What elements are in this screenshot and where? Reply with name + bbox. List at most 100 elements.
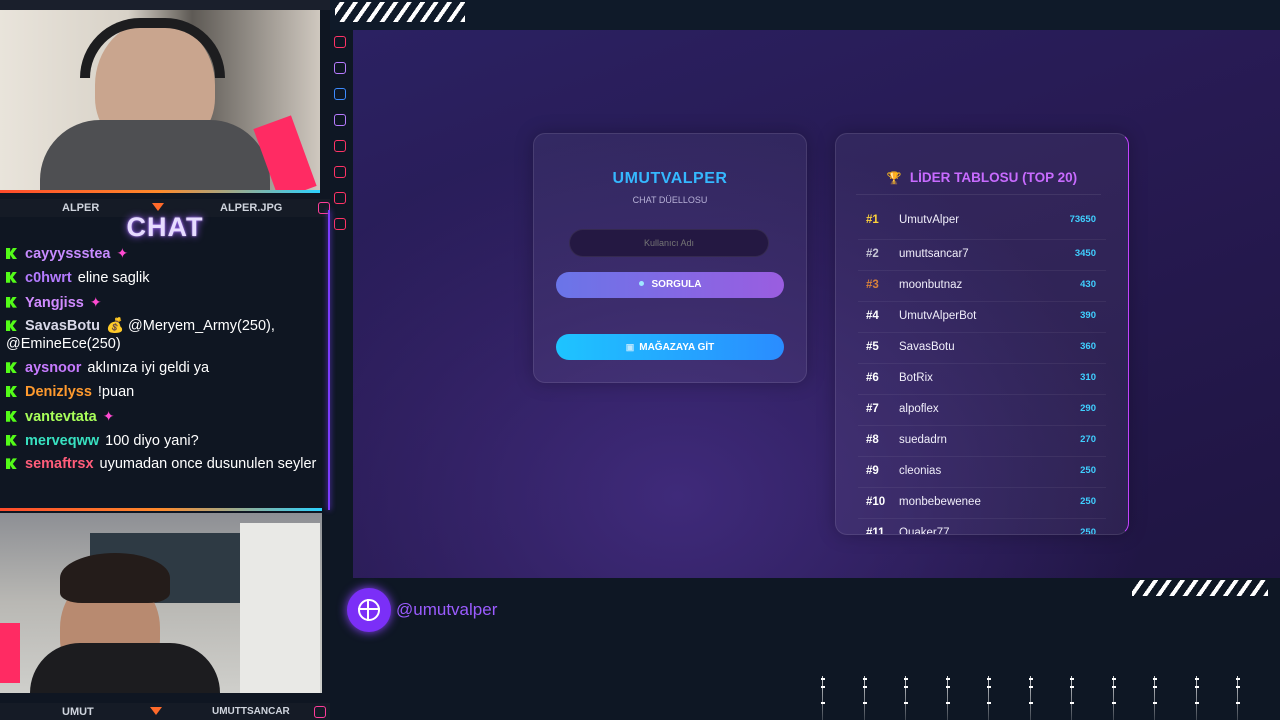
chat-username[interactable]: c0hwrt (25, 270, 72, 286)
leaderboard-points: 390 (1080, 310, 1096, 321)
leaderboard-name: suedadrn (899, 434, 947, 446)
leaderboard-points: 290 (1080, 403, 1096, 414)
instagram-icon (314, 706, 326, 718)
leaderboard-name: monbebewenee (899, 496, 981, 508)
leaderboard-name: SavasBotu (899, 341, 955, 353)
cam-divider-line-bottom (0, 508, 322, 511)
kick-icon (6, 248, 17, 259)
leaderboard-row: #6 BotRix 310 (858, 364, 1106, 395)
tick-mark (862, 676, 867, 720)
leaderboard-name: UmutvAlperBot (899, 310, 977, 322)
query-button[interactable]: SORGULA (556, 272, 784, 298)
leaderboard-rank: #9 (866, 465, 879, 477)
chat-username[interactable]: merveqww (25, 433, 99, 449)
emote-icon: ✦ (116, 245, 129, 261)
duel-subtitle: CHAT DÜELLOSU (632, 195, 708, 205)
leaderboard-name: alpoflex (899, 403, 939, 415)
social-icons-column (332, 36, 348, 246)
kick-icon (6, 271, 17, 283)
chat-message: semaftrsx uyumadan once dusunulen seyler (6, 455, 324, 473)
kick-icon (6, 320, 17, 332)
globe-icon (347, 588, 391, 632)
webcam-person-shirt-2 (30, 643, 220, 693)
kick-icon (6, 410, 17, 422)
leaderboard-points: 270 (1080, 434, 1096, 445)
leaderboard-name: cleonias (899, 465, 942, 477)
leaderboard-name: umuttsancar7 (899, 248, 969, 260)
leaderboard-title: 🏆 LİDER TABLOSU (TOP 20) (836, 170, 1128, 185)
headphones (80, 18, 225, 78)
leaderboard-row: #5 SavasBotu 360 (858, 333, 1106, 364)
chat-messages: cayyyssstea ✦ c0hwrt eline saglik Yangjiss ✦ S… (6, 244, 324, 479)
kick-icon (6, 458, 17, 470)
leaderboard-row: #9 cleonias 250 (858, 457, 1106, 488)
social-icon (334, 218, 346, 230)
store-button[interactable]: ▣ MAĞAZAYA GİT (556, 334, 784, 360)
chat-message: SavasBotu 💰 @Meryem_Army(250), @EmineEce(… (6, 317, 324, 353)
stripes-decoration-bottom (1132, 580, 1268, 596)
leaderboard-rank: #11 (866, 527, 885, 535)
tick-mark (1111, 676, 1116, 720)
emote-icon: ✦ (102, 407, 115, 424)
cam-label-right-bottom: UMUTTSANCAR (212, 706, 290, 717)
chat-text: aklınıza iyi geldi ya (87, 360, 210, 377)
chat-message: Denizlyss !puan (6, 383, 324, 401)
emote-icon: ✦ (89, 293, 102, 310)
purple-border-line (328, 210, 330, 510)
chat-username[interactable]: semaftrsx (25, 456, 94, 472)
kick-icon (6, 296, 17, 308)
tick-mark (821, 676, 825, 720)
chat-username[interactable]: cayyyssstea (25, 246, 110, 262)
youtube-icon (334, 36, 346, 48)
username-input[interactable] (569, 229, 769, 257)
kick-icon (6, 434, 17, 446)
caret-down-icon (150, 707, 162, 715)
chat-message: c0hwrt eline saglik (6, 269, 324, 287)
tick-mark (987, 676, 991, 720)
channel-handle: @umutvalper (396, 600, 498, 619)
tick-mark (1153, 676, 1157, 720)
leaderboard-points: 360 (1080, 341, 1096, 352)
leaderboard-rank: #2 (866, 248, 879, 260)
chat-message: merveqww 100 diyo yani? (6, 432, 324, 450)
kick-icon (6, 362, 17, 374)
chat-username[interactable]: aysnoor (25, 360, 81, 376)
chat-duel-panel: UMUTVALPER CHAT DÜELLOSU SORGULA ▣ MAĞAZA… (533, 133, 807, 383)
query-button-label: SORGULA (651, 279, 702, 290)
leaderboard-rank: #8 (866, 434, 879, 446)
leaderboard-row: #4 UmutvAlperBot 390 (858, 302, 1106, 333)
chat-username[interactable]: Yangjiss (25, 295, 84, 311)
tick-decoration (820, 676, 1240, 720)
tick-mark (1194, 676, 1199, 720)
leaderboard-rank: #1 (866, 214, 879, 226)
chat-username[interactable]: SavasBotu (25, 318, 100, 334)
cam-label-left-bottom: UMUT (62, 706, 94, 718)
leaderboard-row: #11 Quaker77 250 (858, 519, 1106, 535)
leaderboard-rank: #7 (866, 403, 879, 415)
leaderboard-row: #8 suedadrn 270 (858, 426, 1106, 457)
stripes-decoration (335, 2, 465, 22)
tick-mark (1070, 676, 1074, 720)
duel-title: UMUTVALPER (612, 170, 728, 187)
leaderboard-panel: 🏆 LİDER TABLOSU (TOP 20) #1 UmutvAlper 7365… (835, 133, 1129, 535)
caret-down-icon (152, 203, 164, 211)
social-icon (334, 166, 346, 178)
chat-text: 100 diyo yani? (105, 432, 199, 449)
chat-title: CHAT (126, 212, 204, 242)
webcam-bottom (0, 513, 322, 693)
discord-icon (334, 114, 346, 126)
dot-icon (638, 281, 644, 286)
chat-username[interactable]: Denizlyss (25, 384, 92, 400)
leaderboard-points: 430 (1080, 279, 1096, 290)
leaderboard-title-text: LİDER TABLOSU (TOP 20) (909, 170, 1078, 185)
leaderboard-points: 250 (1080, 527, 1096, 535)
leaderboard-row: #1 UmutvAlper 73650 (858, 207, 1106, 240)
leaderboard-name: moonbutnaz (899, 279, 963, 291)
tick-mark (904, 676, 908, 720)
webcam-top (0, 10, 320, 190)
chat-message: vantevtata ✦ (6, 407, 324, 426)
leaderboard-points: 3450 (1074, 248, 1096, 259)
top-left-strip (0, 0, 330, 10)
chat-username[interactable]: vantevtata (25, 409, 97, 425)
cam-label-bar-bottom: UMUT UMUTTSANCAR (0, 703, 330, 720)
